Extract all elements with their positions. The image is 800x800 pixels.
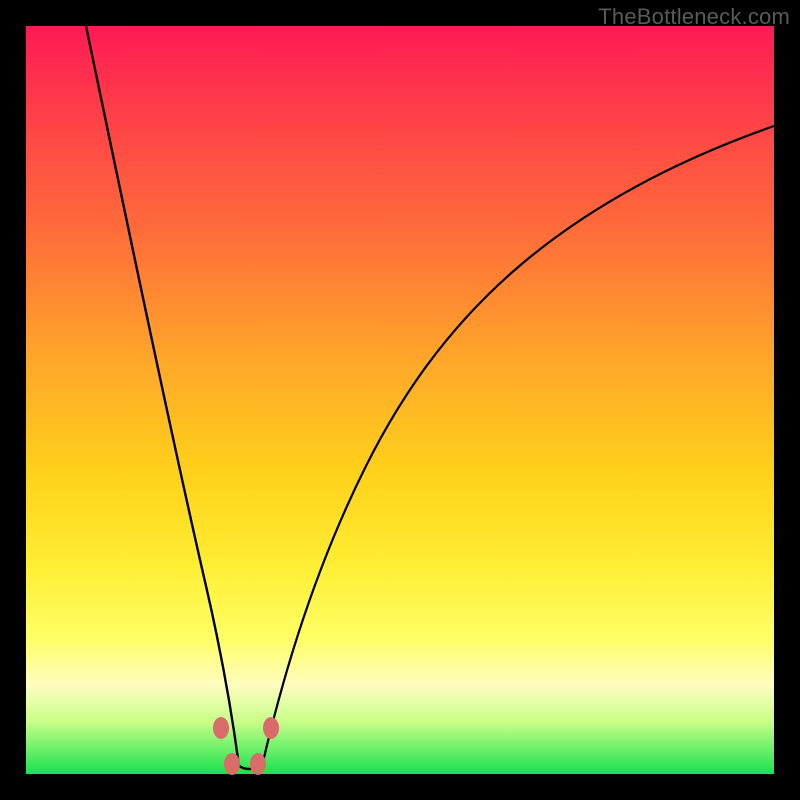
marker-dot <box>224 753 240 775</box>
marker-dot <box>263 717 279 739</box>
marker-dot <box>213 717 229 739</box>
watermark-text: TheBottleneck.com <box>598 4 790 30</box>
curve-left-branch <box>86 26 239 766</box>
bottleneck-curve <box>26 26 774 774</box>
plot-area <box>26 26 774 774</box>
curve-right-branch <box>262 126 774 766</box>
chart-frame: TheBottleneck.com <box>0 0 800 800</box>
marker-dot <box>250 753 266 775</box>
